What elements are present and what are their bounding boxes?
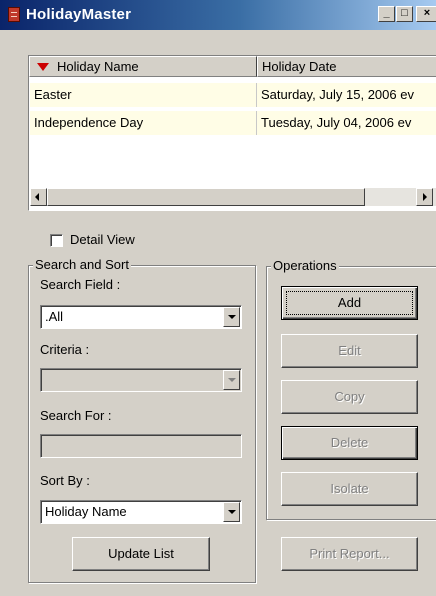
scroll-thumb[interactable] [47, 188, 365, 206]
search-field-select[interactable]: .All [40, 305, 242, 329]
add-button[interactable]: Add [281, 286, 418, 320]
search-field-value: .All [45, 309, 64, 324]
detail-view-label: Detail View [70, 232, 135, 247]
chevron-down-icon[interactable] [223, 307, 240, 327]
close-button[interactable]: × [416, 6, 436, 22]
holiday-date-cell: Tuesday, July 04, 2006 ev [256, 111, 436, 135]
maximize-button[interactable]: □ [396, 6, 413, 22]
search-for-input [40, 434, 242, 458]
holiday-name-cell: Easter [34, 87, 72, 102]
sort-descending-icon [37, 62, 49, 71]
chevron-down-icon[interactable] [223, 502, 240, 522]
scroll-left-icon[interactable] [30, 188, 47, 206]
holidaymaster-window: HolidayMaster _ □ × Holiday Name Holiday… [0, 0, 436, 596]
holiday-list[interactable]: Holiday Name Holiday Date Easter Saturda… [28, 55, 436, 211]
edit-button: Edit [281, 334, 418, 368]
app-icon [8, 7, 20, 22]
list-row[interactable]: Independence Day Tuesday, July 04, 2006 … [30, 111, 436, 135]
horizontal-scrollbar[interactable] [30, 188, 436, 206]
search-and-sort-legend: Search and Sort [33, 257, 131, 272]
update-list-button[interactable]: Update List [72, 537, 210, 571]
title-bar[interactable]: HolidayMaster _ □ × [0, 0, 436, 30]
detail-view-checkbox[interactable] [50, 234, 63, 247]
sort-by-value: Holiday Name [45, 504, 127, 519]
list-row[interactable]: Easter Saturday, July 15, 2006 ev [30, 83, 436, 107]
isolate-button: Isolate [281, 472, 418, 506]
scroll-right-icon[interactable] [416, 188, 433, 206]
operations-legend: Operations [271, 258, 339, 273]
criteria-select [40, 368, 242, 392]
list-header: Holiday Name Holiday Date [29, 56, 436, 77]
sort-by-label: Sort By : [40, 473, 90, 488]
column-header-holiday-date[interactable]: Holiday Date [257, 56, 436, 77]
column-header-label: Holiday Date [262, 59, 337, 74]
minimize-button[interactable]: _ [378, 6, 395, 22]
column-header-label: Holiday Name [57, 59, 139, 74]
holiday-name-cell: Independence Day [34, 115, 144, 130]
sort-by-select[interactable]: Holiday Name [40, 500, 242, 524]
column-header-holiday-name[interactable]: Holiday Name [29, 56, 257, 77]
chevron-down-icon [223, 370, 240, 390]
criteria-label: Criteria : [40, 342, 90, 357]
print-report-button: Print Report... [281, 537, 418, 571]
search-for-label: Search For : [40, 408, 112, 423]
holiday-date-cell: Saturday, July 15, 2006 ev [256, 83, 436, 107]
search-field-label: Search Field : [40, 277, 121, 292]
window-title: HolidayMaster [26, 6, 132, 23]
delete-button: Delete [281, 426, 418, 460]
copy-button: Copy [281, 380, 418, 414]
